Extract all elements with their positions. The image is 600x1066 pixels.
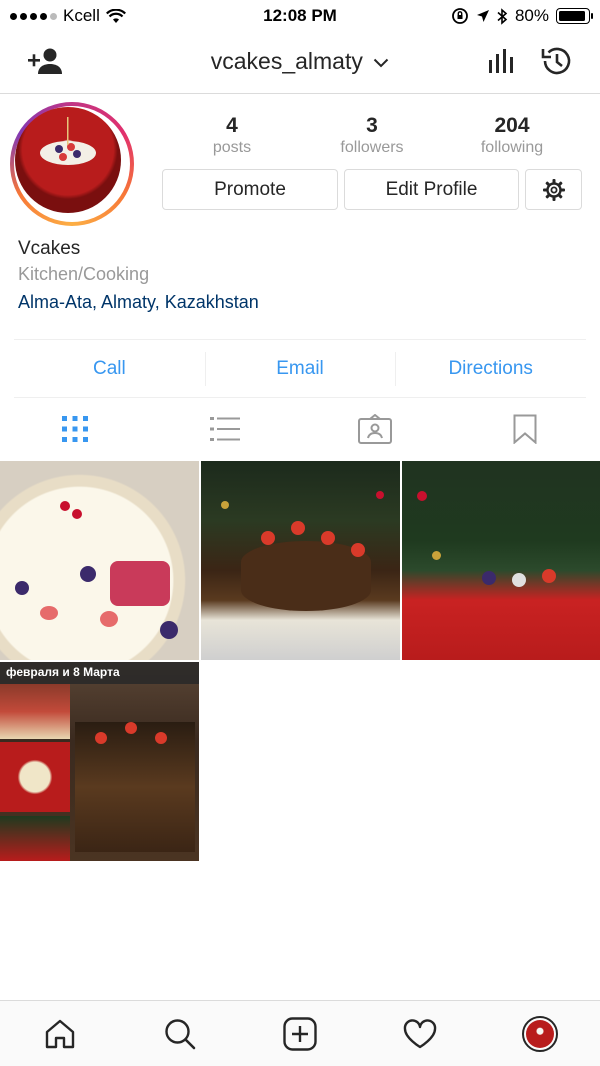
tab-search[interactable]	[120, 1001, 240, 1066]
profile-bio: Vcakes Kitchen/Cooking Alma-Ata, Almaty,…	[18, 238, 259, 313]
tab-grid[interactable]	[0, 398, 150, 460]
profile-view-tabs	[0, 398, 600, 460]
tagged-icon	[358, 414, 392, 444]
location-arrow-icon	[476, 10, 489, 22]
following-count[interactable]: 204 following	[442, 114, 582, 157]
followers-count[interactable]: 3 followers	[302, 114, 442, 157]
gear-icon	[542, 178, 565, 201]
battery-percent: 80%	[514, 6, 549, 25]
avatar-image	[15, 107, 121, 213]
profile-location-link[interactable]: Alma-Ata, Almaty, Kazakhstan	[18, 292, 259, 313]
profile-buttons: Promote Edit Profile	[162, 169, 582, 210]
list-icon	[210, 417, 240, 441]
profile-nav-bar: vcakes_almaty	[0, 32, 600, 94]
post-thumbnail[interactable]	[402, 461, 600, 660]
tab-home[interactable]	[0, 1001, 120, 1066]
bottom-tab-bar	[0, 1000, 600, 1066]
profile-category: Kitchen/Cooking	[18, 264, 150, 284]
battery-icon	[556, 8, 593, 24]
activity-icon	[403, 1018, 437, 1048]
edit-profile-button[interactable]: Edit Profile	[344, 169, 519, 210]
search-icon	[165, 1018, 196, 1049]
tab-list[interactable]	[150, 398, 300, 460]
chevron-down-icon	[374, 58, 389, 68]
tab-tagged[interactable]	[300, 398, 450, 460]
directions-button[interactable]: Directions	[395, 351, 586, 386]
status-bar: Kcell 12:08 PM 80%	[0, 0, 600, 32]
tab-activity[interactable]	[360, 1001, 480, 1066]
promote-button[interactable]: Promote	[162, 169, 338, 210]
archive-icon[interactable]	[540, 45, 572, 77]
call-button[interactable]: Call	[14, 358, 205, 380]
tab-profile[interactable]	[480, 1001, 600, 1066]
profile-stats: 4 posts 3 followers 204 following	[162, 114, 582, 157]
contact-actions: Call Email Directions	[14, 339, 586, 398]
new-post-icon	[283, 1016, 317, 1051]
post-thumbnail[interactable]	[201, 461, 400, 660]
home-icon	[45, 1019, 75, 1048]
username-title: vcakes_almaty	[210, 48, 363, 74]
rotation-lock-icon	[452, 8, 468, 24]
profile-avatar	[522, 1015, 558, 1052]
insights-icon[interactable]	[488, 48, 514, 74]
grid-icon	[62, 416, 88, 442]
tab-saved[interactable]	[450, 398, 600, 460]
settings-button[interactable]	[525, 169, 582, 210]
bluetooth-icon	[497, 7, 508, 25]
email-button[interactable]: Email	[204, 351, 396, 386]
post-caption-overlay: февраля и 8 Марта	[0, 662, 199, 684]
post-thumbnail[interactable]: февраля и 8 Марта	[0, 662, 199, 861]
profile-name: Vcakes	[18, 238, 81, 259]
posts-count[interactable]: 4 posts	[162, 114, 302, 157]
saved-icon	[513, 414, 537, 444]
profile-avatar[interactable]	[10, 102, 134, 226]
post-thumbnail[interactable]	[0, 461, 199, 660]
tab-new-post[interactable]	[240, 1001, 360, 1066]
